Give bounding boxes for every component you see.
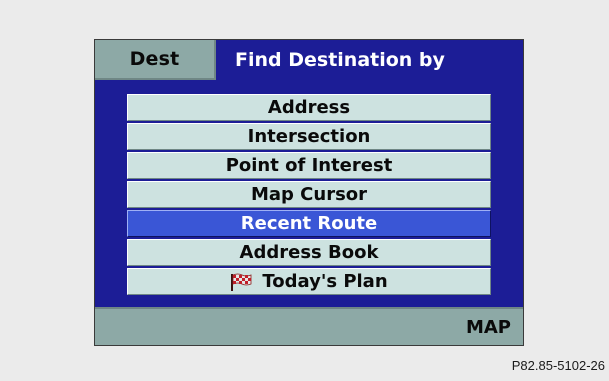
menu-item-label: Map Cursor	[250, 184, 368, 205]
menu-item-label: Address Book	[239, 242, 379, 263]
footer-bar: MAP	[95, 307, 523, 345]
destination-menu: Address Intersection Point of Interest M…	[127, 94, 491, 297]
menu-item-address-book[interactable]: Address Book	[127, 239, 491, 266]
menu-item-label: Recent Route	[240, 213, 378, 234]
dest-tab-label: Dest	[129, 48, 180, 70]
menu-item-label: Today's Plan	[262, 271, 388, 292]
menu-item-label: Address	[267, 97, 351, 118]
menu-item-map-cursor[interactable]: Map Cursor	[127, 181, 491, 208]
checkered-flag-icon	[231, 273, 252, 291]
menu-item-label: Intersection	[247, 126, 371, 147]
dest-tab[interactable]: Dest	[95, 40, 216, 80]
menu-item-intersection[interactable]: Intersection	[127, 123, 491, 150]
screen-title: Find Destination by	[235, 49, 445, 71]
navigation-screen: Dest Find Destination by Address Interse…	[94, 39, 524, 346]
figure-caption: P82.85-5102-26	[511, 358, 605, 373]
menu-item-todays-plan[interactable]: Today's Plan	[127, 268, 491, 295]
menu-item-label: Point of Interest	[225, 155, 393, 176]
menu-item-recent-route[interactable]: Recent Route	[127, 210, 491, 237]
menu-item-address[interactable]: Address	[127, 94, 491, 121]
map-button[interactable]: MAP	[466, 309, 511, 345]
menu-item-point-of-interest[interactable]: Point of Interest	[127, 152, 491, 179]
